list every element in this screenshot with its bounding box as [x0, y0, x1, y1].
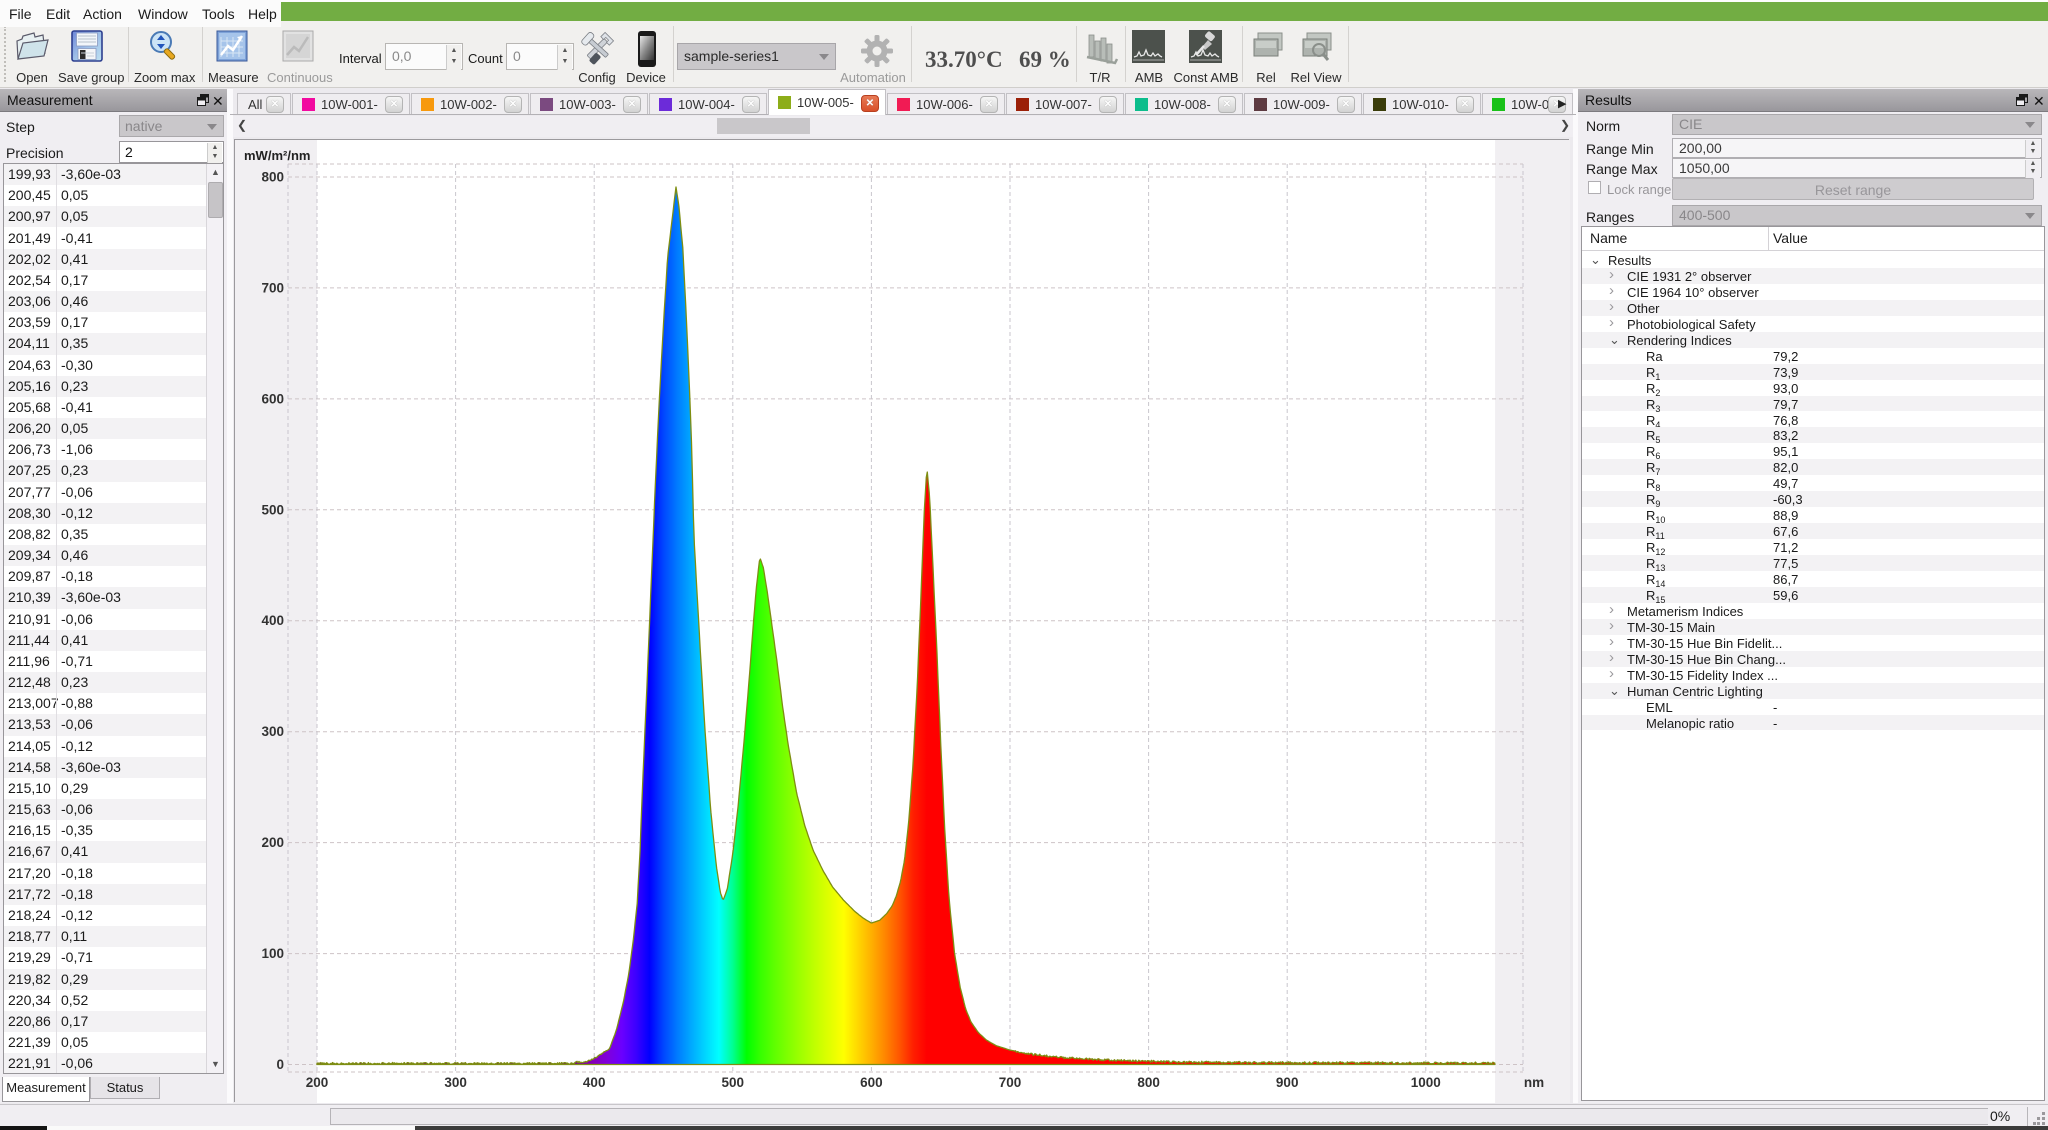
svg-text:mW/m²/nm: mW/m²/nm: [244, 148, 310, 163]
svg-text:800: 800: [261, 170, 284, 185]
svg-text:0: 0: [276, 1057, 284, 1072]
svg-text:400: 400: [261, 613, 284, 628]
svg-text:600: 600: [860, 1075, 883, 1090]
svg-text:700: 700: [999, 1075, 1022, 1090]
svg-text:nm: nm: [1524, 1075, 1544, 1090]
svg-text:700: 700: [261, 280, 284, 295]
svg-text:800: 800: [1137, 1075, 1160, 1090]
svg-text:300: 300: [261, 724, 284, 739]
svg-text:200: 200: [306, 1075, 329, 1090]
svg-text:500: 500: [261, 502, 284, 517]
svg-text:200: 200: [261, 835, 284, 850]
svg-text:300: 300: [444, 1075, 467, 1090]
svg-text:900: 900: [1276, 1075, 1299, 1090]
svg-text:1000: 1000: [1411, 1075, 1441, 1090]
svg-text:100: 100: [261, 946, 284, 961]
svg-text:500: 500: [722, 1075, 745, 1090]
svg-text:400: 400: [583, 1075, 606, 1090]
svg-text:600: 600: [261, 391, 284, 406]
